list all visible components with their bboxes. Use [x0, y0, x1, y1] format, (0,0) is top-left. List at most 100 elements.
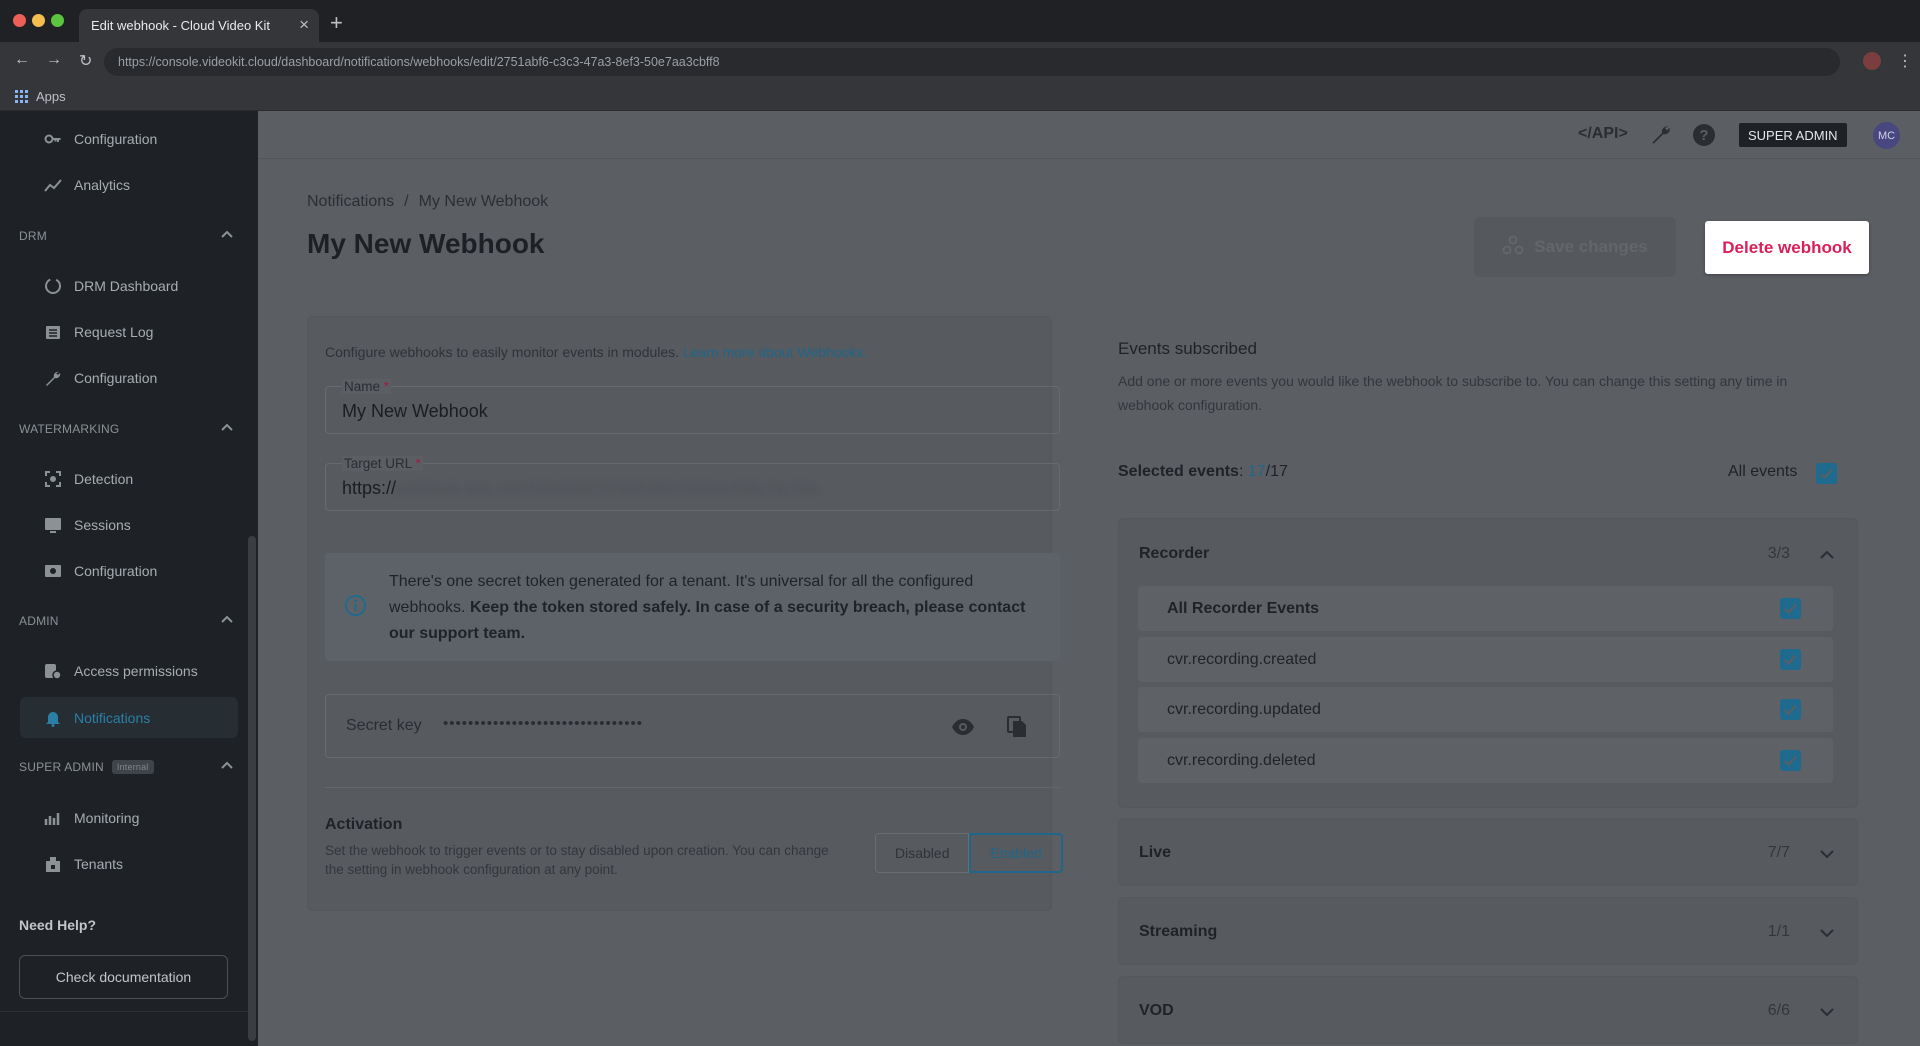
sidebar-item-tenants[interactable]: Tenants — [44, 849, 123, 879]
chevron-up-icon[interactable] — [1819, 547, 1835, 563]
key-icon — [44, 130, 62, 148]
eye-icon[interactable] — [951, 717, 975, 737]
secret-key-value: •••••••••••••••••••••••••••••••• — [443, 715, 644, 732]
group-name: Live — [1139, 844, 1172, 861]
sidebar-scrollbar[interactable] — [248, 536, 256, 1041]
section-header-drm[interactable]: DRM — [19, 226, 234, 246]
sidebar-item-sessions[interactable]: Sessions — [44, 510, 131, 540]
sidebar-item-access-permissions[interactable]: Access permissions — [44, 656, 198, 686]
minimize-window-button[interactable] — [32, 14, 45, 27]
event-row[interactable]: All Recorder Events — [1138, 586, 1833, 631]
new-tab-icon[interactable]: + — [330, 12, 343, 34]
sidebar-item-notifications[interactable]: Notifications — [20, 697, 238, 738]
event-group-recorder: Recorder 3/3 All Recorder Events cvr.rec… — [1118, 518, 1858, 808]
chevron-down-icon[interactable] — [1819, 846, 1835, 862]
required-mark: * — [415, 456, 421, 471]
info-icon — [344, 594, 367, 617]
sidebar-item-request-log[interactable]: Request Log — [44, 317, 153, 347]
section-header-admin[interactable]: ADMIN — [19, 611, 234, 631]
activation-toggle: Disabled Enabled — [875, 833, 1063, 873]
help-icon[interactable]: ? — [1692, 123, 1716, 147]
group-count: 6/6 — [1767, 1002, 1790, 1019]
close-window-button[interactable] — [13, 14, 26, 27]
sidebar-item-label: Request Log — [74, 324, 154, 340]
info-text: There's one secret token generated for a… — [389, 569, 1029, 647]
url-blurred: webhook-test.com/b2bd3351074954f0b1983ee… — [396, 481, 818, 498]
address-bar[interactable]: https://console.videokit.cloud/dashboard… — [104, 48, 1840, 76]
extension-icon[interactable] — [1863, 52, 1881, 70]
event-checkbox[interactable] — [1780, 598, 1801, 619]
all-events-checkbox[interactable] — [1816, 463, 1837, 484]
copy-icon[interactable] — [1006, 715, 1028, 739]
sidebar-item-label: Configuration — [74, 370, 158, 386]
close-tab-icon[interactable]: × — [299, 15, 309, 35]
section-header-watermarking[interactable]: WATERMARKING — [19, 419, 234, 439]
api-icon[interactable]: </API> — [1578, 125, 1628, 143]
back-icon[interactable]: ← — [14, 51, 30, 69]
event-row[interactable]: cvr.recording.updated — [1138, 687, 1833, 732]
selected-total: /17 — [1265, 463, 1288, 480]
event-name: cvr.recording.updated — [1167, 701, 1321, 718]
forward-icon[interactable]: → — [46, 51, 62, 69]
event-row[interactable]: cvr.recording.deleted — [1138, 738, 1833, 783]
event-group-vod[interactable]: VOD 6/6 — [1118, 976, 1858, 1044]
apps-label: Apps — [36, 89, 66, 104]
check-documentation-button[interactable]: Check documentation — [19, 955, 228, 999]
breadcrumb: Notifications / My New Webhook — [307, 193, 548, 211]
top-bar: </API> ? SUPER ADMIN MC — [258, 111, 1920, 159]
form-divider — [325, 787, 1060, 788]
required-mark: * — [383, 379, 390, 394]
chevron-up-icon — [220, 759, 234, 776]
wrench-icon[interactable] — [1650, 123, 1674, 147]
breadcrumb-notifications[interactable]: Notifications — [307, 193, 394, 211]
activation-description: Set the webhook to trigger events or to … — [325, 843, 829, 877]
chevron-up-icon — [220, 613, 234, 630]
sidebar-item-monitoring[interactable]: Monitoring — [44, 803, 139, 833]
sidebar-item-drm-configuration[interactable]: Configuration — [44, 363, 157, 393]
sidebar-item-drm-dashboard[interactable]: DRM Dashboard — [44, 271, 178, 301]
page-title: My New Webhook — [307, 228, 545, 259]
sidebar-item-analytics[interactable]: Analytics — [44, 170, 130, 200]
apps-bookmark[interactable]: Apps — [15, 89, 66, 104]
bookmarks-bar: Apps — [0, 82, 1920, 111]
chevron-down-icon[interactable] — [1819, 1004, 1835, 1020]
avatar[interactable]: MC — [1873, 122, 1900, 149]
name-field[interactable]: Name * My New Webhook — [325, 379, 1060, 434]
sidebar-item-label: Sessions — [74, 517, 131, 533]
tenants-icon — [44, 855, 62, 873]
name-label-text: Name — [344, 379, 381, 394]
browser-tab[interactable]: Edit webhook - Cloud Video Kit × — [79, 9, 319, 42]
disabled-option[interactable]: Disabled — [875, 833, 970, 873]
group-name: Streaming — [1139, 923, 1218, 940]
event-checkbox[interactable] — [1780, 699, 1801, 720]
section-header-super-admin[interactable]: SUPER ADMIN Internal — [19, 757, 234, 777]
event-checkbox[interactable] — [1780, 649, 1801, 670]
enabled-option[interactable]: Enabled — [969, 833, 1063, 873]
reload-icon[interactable]: ↻ — [79, 51, 92, 71]
event-checkbox[interactable] — [1780, 750, 1801, 771]
maximize-window-button[interactable] — [51, 14, 64, 27]
browser-menu-icon[interactable]: ⋮ — [1897, 51, 1913, 71]
target-url-field[interactable]: Target URL * https://webhook-test.com/b2… — [325, 456, 1060, 511]
learn-more-link[interactable]: Learn more about Webhooks. — [683, 344, 867, 360]
event-name: cvr.recording.created — [1167, 651, 1317, 668]
chevron-down-icon[interactable] — [1819, 925, 1835, 941]
delete-webhook-button[interactable]: Delete webhook — [1705, 221, 1869, 274]
intro-text: Configure webhooks to easily monitor eve… — [325, 344, 867, 360]
webhook-form-card: Configure webhooks to easily monitor eve… — [307, 316, 1063, 911]
save-changes-button[interactable]: Save changes — [1474, 217, 1676, 277]
event-group-streaming[interactable]: Streaming 1/1 — [1118, 897, 1858, 965]
url-text: https://console.videokit.cloud/dashboard… — [118, 55, 720, 69]
monitoring-icon — [44, 809, 62, 827]
sidebar-item-label: Monitoring — [74, 810, 140, 826]
group-name[interactable]: Recorder — [1139, 545, 1209, 563]
sidebar-item-configuration-top[interactable]: Configuration — [44, 124, 157, 154]
wrench-icon — [44, 369, 62, 387]
sidebar-item-label: Tenants — [74, 856, 124, 872]
event-group-live[interactable]: Live 7/7 — [1118, 818, 1858, 886]
sidebar-item-label: Analytics — [74, 177, 131, 193]
sidebar-item-watermark-configuration[interactable]: Configuration — [44, 556, 157, 586]
event-row[interactable]: cvr.recording.created — [1138, 637, 1833, 682]
sidebar-item-detection[interactable]: Detection — [44, 464, 133, 494]
section-title: SUPER ADMIN — [19, 760, 104, 774]
